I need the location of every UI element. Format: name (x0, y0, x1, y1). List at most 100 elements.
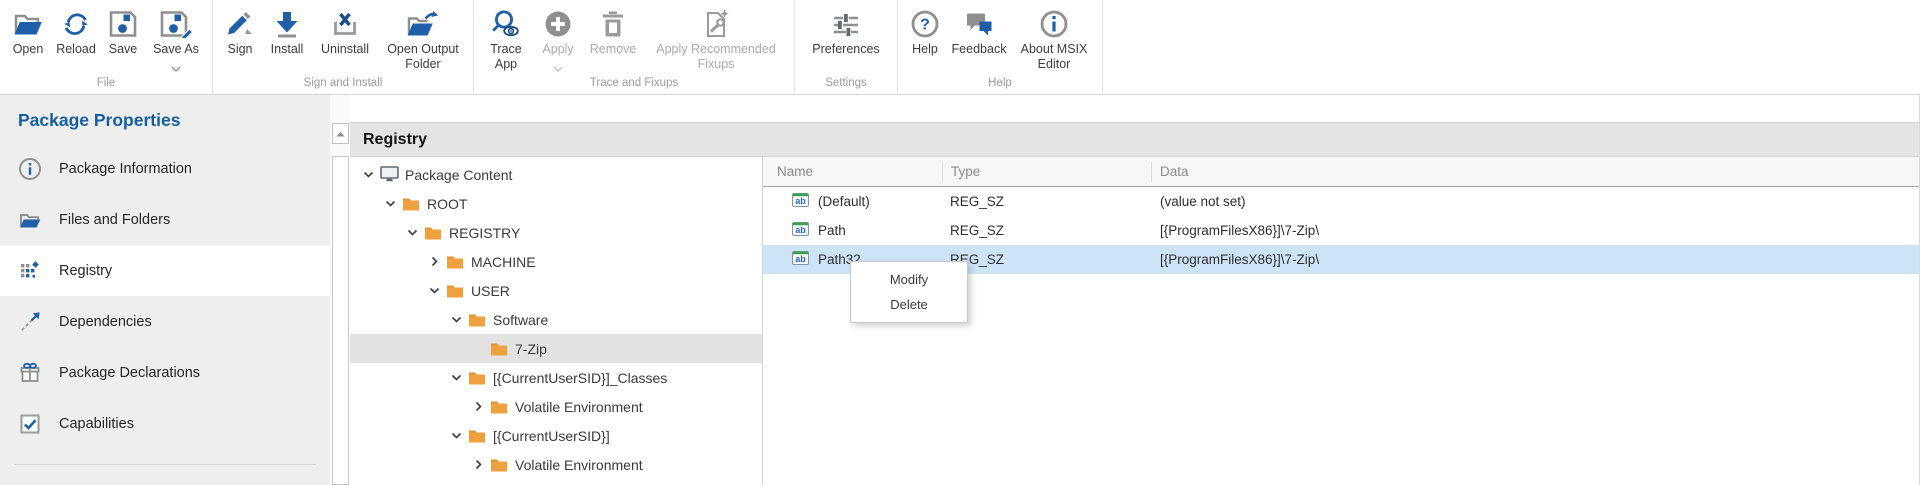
remove-button[interactable]: Remove (583, 0, 643, 57)
apply-button[interactable]: Apply (533, 0, 583, 66)
tree-node-user[interactable]: USER (350, 276, 762, 305)
table-row-default[interactable]: ab (Default) REG_SZ (value not set) (763, 187, 1919, 216)
tree-node-7zip[interactable]: 7-Zip (350, 334, 762, 363)
open-button[interactable]: Open (5, 0, 51, 57)
context-menu-item-delete[interactable]: Delete (851, 292, 967, 317)
page-title: Registry (363, 131, 427, 149)
install-label: Install (271, 42, 304, 57)
sign-label: Sign (227, 42, 252, 57)
content-top-gap (350, 95, 1919, 122)
table-row-path[interactable]: ab Path REG_SZ [{ProgramFilesX86}]\7-Zip… (763, 216, 1919, 245)
chevron-down-icon[interactable] (382, 196, 399, 212)
ribbon-group-sign-install: Sign Install Uninstall Open Output Folde… (213, 0, 474, 94)
value-data: (value not set) (1151, 194, 1919, 209)
save-icon (108, 6, 138, 42)
tree-node-volatile-environment-1[interactable]: Volatile Environment (350, 392, 762, 421)
ribbon-group-label-file: File (5, 77, 207, 94)
chevron-right-icon[interactable] (470, 457, 487, 473)
computer-icon (380, 167, 401, 183)
open-output-folder-button[interactable]: Open Output Folder (378, 0, 468, 72)
folder-icon (468, 428, 489, 444)
install-button[interactable]: Install (262, 0, 312, 57)
chevron-down-icon[interactable] (426, 283, 443, 299)
preferences-label: Preferences (812, 42, 879, 57)
about-msix-editor-label: About MSIX Editor (1011, 42, 1097, 72)
save-as-button[interactable]: Save As (145, 0, 207, 66)
reg-sz-icon: ab (792, 251, 809, 268)
sidebar-item-dependencies[interactable]: Dependencies (0, 296, 330, 347)
column-header-data[interactable]: Data (1151, 162, 1919, 182)
apply-recommended-fixups-button[interactable]: Apply Recommended Fixups (643, 0, 789, 72)
value-name: Path (818, 223, 846, 238)
install-icon (272, 6, 302, 42)
tree-node-volatile-environment-2[interactable]: Volatile Environment (350, 450, 762, 479)
folder-icon (468, 312, 489, 328)
context-menu: Modify Delete (850, 261, 968, 323)
svg-text:ab: ab (795, 254, 806, 264)
tree-node-currentusersid-classes[interactable]: [{CurrentUserSID}]_Classes (350, 363, 762, 392)
sidebar-title: Package Properties (0, 95, 330, 143)
tree-node-registry[interactable]: REGISTRY (350, 218, 762, 247)
ribbon-group-label-settings: Settings (800, 77, 892, 94)
chevron-right-icon[interactable] (426, 254, 443, 270)
chevron-down-icon[interactable] (360, 167, 377, 183)
sidebar-item-label: Files and Folders (59, 212, 170, 228)
folder-icon (490, 341, 511, 357)
tree-node-label: 7-Zip (515, 341, 547, 357)
ribbon-empty-space (1103, 0, 1920, 94)
preferences-button[interactable]: Preferences (800, 0, 892, 57)
chevron-down-icon[interactable] (404, 225, 421, 241)
content-title-bar: Registry (350, 122, 1919, 157)
uninstall-button[interactable]: Uninstall (312, 0, 378, 57)
sign-button[interactable]: Sign (218, 0, 262, 57)
save-as-label: Save As (153, 42, 199, 57)
reload-button[interactable]: Reload (51, 0, 101, 57)
chevron-right-icon[interactable] (470, 399, 487, 415)
dropdown-chevron-icon[interactable] (553, 59, 563, 66)
column-header-name[interactable]: Name (763, 162, 942, 182)
ribbon-toolbar: Open Reload Save Save As (0, 0, 1920, 95)
sign-icon (225, 6, 255, 42)
ribbon-group-settings: Preferences Settings (795, 0, 898, 94)
chevron-down-icon[interactable] (448, 370, 465, 386)
ribbon-group-label-sign-install: Sign and Install (218, 77, 468, 94)
scrollbar-up-button[interactable] (332, 123, 349, 144)
tree-node-software[interactable]: Software (350, 305, 762, 334)
folder-icon (490, 457, 511, 473)
open-icon (12, 6, 44, 42)
column-header-type[interactable]: Type (942, 162, 1151, 182)
tree-node-machine[interactable]: MACHINE (350, 247, 762, 276)
apply-icon (543, 6, 573, 42)
sidebar-item-registry[interactable]: Registry (0, 245, 330, 296)
tree-leaf-spacer (470, 341, 487, 357)
sidebar-item-files-and-folders[interactable]: Files and Folders (0, 194, 330, 245)
apply-recommended-fixups-label: Apply Recommended Fixups (643, 42, 789, 72)
chevron-down-icon[interactable] (448, 428, 465, 444)
scrollbar-track[interactable] (332, 156, 349, 485)
sidebar-item-capabilities[interactable]: Capabilities (0, 398, 330, 449)
tree-node-root[interactable]: ROOT (350, 189, 762, 218)
vertical-scrollbar[interactable] (330, 95, 350, 485)
sidebar-item-label: Capabilities (59, 416, 134, 432)
folder-icon (402, 196, 423, 212)
dropdown-chevron-icon[interactable] (171, 59, 181, 66)
sidebar-item-package-declarations[interactable]: Package Declarations (0, 347, 330, 398)
tree-node-label: ROOT (427, 196, 467, 212)
about-msix-editor-button[interactable]: About MSIX Editor (1011, 0, 1097, 72)
files-folders-icon (18, 208, 42, 232)
help-button[interactable]: ? Help (903, 0, 947, 57)
tree-node-label: MACHINE (471, 254, 536, 270)
tree-node-label: Volatile Environment (515, 457, 643, 473)
sidebar-item-package-information[interactable]: Package Information (0, 143, 330, 194)
about-icon (1039, 6, 1069, 42)
preferences-icon (831, 6, 861, 42)
trace-app-icon (490, 6, 522, 42)
feedback-button[interactable]: Feedback (947, 0, 1011, 57)
trace-app-button[interactable]: Trace App (479, 0, 533, 72)
tree-node-package-content[interactable]: Package Content (350, 160, 762, 189)
context-menu-item-modify[interactable]: Modify (851, 267, 967, 292)
table-header-row: Name Type Data (763, 157, 1919, 187)
tree-node-currentusersid[interactable]: [{CurrentUserSID}] (350, 421, 762, 450)
chevron-down-icon[interactable] (448, 312, 465, 328)
save-button[interactable]: Save (101, 0, 145, 57)
